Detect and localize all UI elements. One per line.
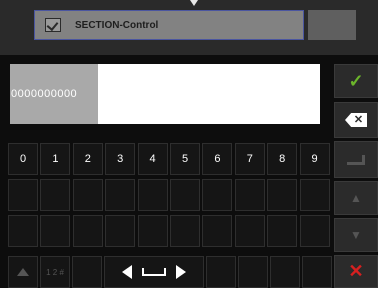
top-bar: SECTION-Control (0, 0, 378, 55)
key-digit-5[interactable]: 5 (170, 143, 200, 175)
delete-button[interactable]: ✕ (334, 102, 378, 138)
blank-key[interactable] (270, 256, 300, 288)
blank-key[interactable] (105, 215, 136, 247)
blank-key[interactable] (202, 215, 233, 247)
shift-key[interactable] (8, 256, 38, 288)
key-digit-0[interactable]: 0 (8, 143, 38, 175)
blank-key[interactable] (299, 215, 330, 247)
blank-key[interactable] (8, 179, 38, 211)
blank-key[interactable] (72, 256, 102, 288)
top-right-button[interactable] (308, 10, 356, 40)
blank-key[interactable] (72, 215, 103, 247)
cursor-down-button[interactable]: ▼ (334, 218, 378, 252)
blank-key[interactable] (137, 215, 168, 247)
blank-key[interactable] (105, 179, 136, 211)
blank-key[interactable] (40, 179, 71, 211)
check-icon: ✓ (348, 70, 364, 91)
arrow-up-icon: ▲ (350, 191, 362, 205)
close-icon: ✕ (348, 261, 364, 281)
blank-key[interactable] (302, 256, 332, 288)
blank-key[interactable] (238, 256, 268, 288)
checkbox-icon (45, 18, 61, 32)
blank-key[interactable] (234, 215, 265, 247)
enter-button[interactable] (334, 141, 378, 178)
blank-key[interactable] (8, 215, 38, 247)
confirm-button[interactable]: ✓ (334, 64, 378, 98)
backspace-icon: ✕ (345, 113, 367, 127)
section-control-button[interactable]: SECTION-Control (34, 10, 304, 40)
mode-switch-key[interactable]: 1 2 # (40, 256, 70, 288)
blank-key[interactable] (170, 215, 200, 247)
blank-key[interactable] (170, 179, 200, 211)
key-digit-3[interactable]: 3 (105, 143, 136, 175)
key-digit-7[interactable]: 7 (234, 143, 265, 175)
space-key[interactable] (104, 256, 204, 288)
key-digit-8[interactable]: 8 (267, 143, 298, 175)
text-input-field[interactable]: 0000000000 (10, 64, 320, 124)
blank-key[interactable] (267, 215, 298, 247)
blank-key[interactable] (299, 179, 330, 211)
blank-key[interactable] (267, 179, 298, 211)
cursor-right-icon (176, 265, 186, 279)
blank-key[interactable] (40, 215, 71, 247)
shift-arrow-icon (17, 268, 29, 276)
key-digit-4[interactable]: 4 (137, 143, 168, 175)
key-digit-9[interactable]: 9 (299, 143, 330, 175)
pull-down-handle-icon[interactable] (190, 0, 198, 6)
key-digit-1[interactable]: 1 (40, 143, 71, 175)
arrow-down-icon: ▼ (350, 228, 362, 242)
section-control-label: SECTION-Control (75, 19, 159, 31)
blank-key[interactable] (72, 179, 103, 211)
blank-key[interactable] (206, 256, 236, 288)
enter-icon (347, 154, 365, 165)
blank-key[interactable] (234, 179, 265, 211)
selected-text: 0000000000 (10, 64, 98, 124)
key-digit-6[interactable]: 6 (202, 143, 233, 175)
space-icon (142, 268, 166, 276)
key-digit-2[interactable]: 2 (72, 143, 103, 175)
blank-key[interactable] (202, 179, 233, 211)
blank-key[interactable] (137, 179, 168, 211)
mode-switch-label: 1 2 # (46, 267, 64, 277)
cursor-left-icon (122, 265, 132, 279)
cancel-button[interactable]: ✕ (334, 255, 378, 288)
cursor-up-button[interactable]: ▲ (334, 181, 378, 215)
